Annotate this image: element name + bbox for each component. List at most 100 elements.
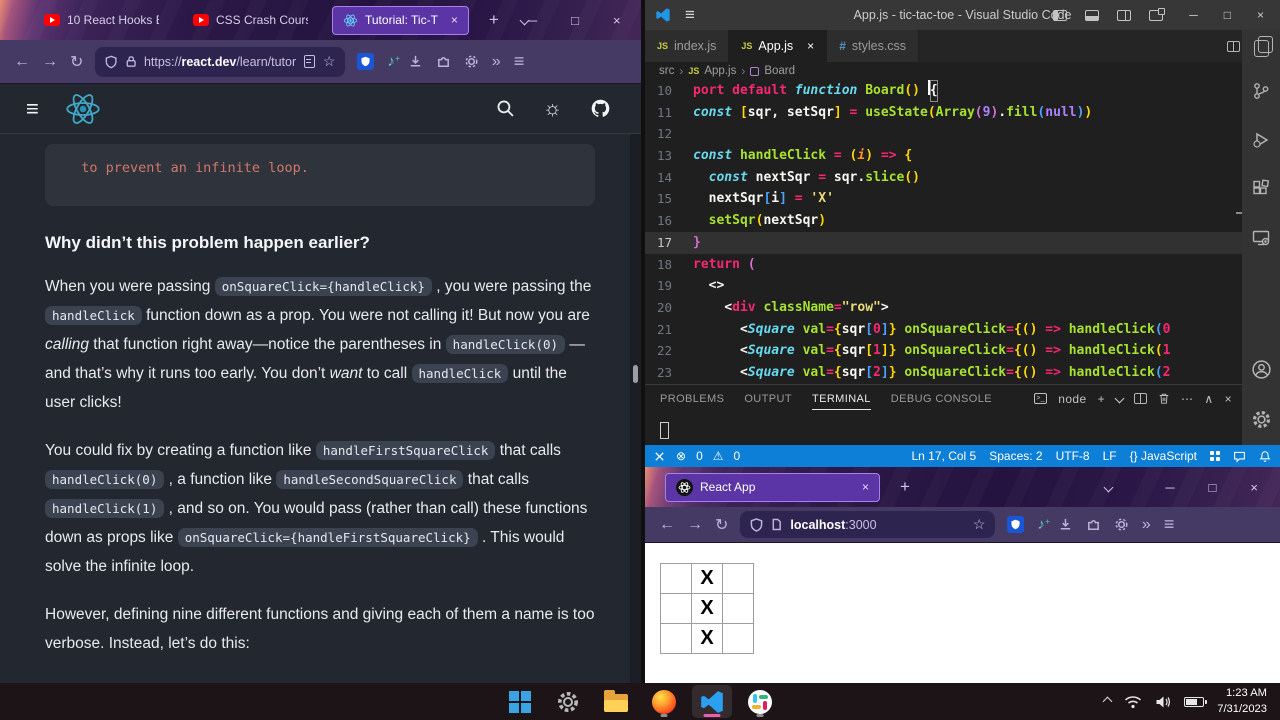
gear-icon[interactable]	[1114, 517, 1129, 532]
board-cell[interactable]	[660, 623, 692, 654]
minimize-button[interactable]: ─	[1165, 480, 1174, 495]
kill-terminal-trash-icon[interactable]	[1158, 392, 1170, 405]
firefox-taskbar-button[interactable]	[644, 685, 684, 718]
forward-button[interactable]: →	[687, 516, 703, 534]
code-line[interactable]: 19 <>	[645, 275, 1242, 297]
remote-explorer-icon[interactable]	[1251, 228, 1271, 253]
board-cell[interactable]: X	[691, 563, 723, 594]
explorer-icon[interactable]	[1253, 36, 1273, 57]
close-button[interactable]: ×	[1257, 8, 1264, 22]
code-line[interactable]: 13 const handleClick = (i) => {	[645, 145, 1242, 167]
battery-icon[interactable]	[1184, 696, 1207, 707]
cursor-position[interactable]: Ln 17, Col 5	[912, 449, 977, 463]
new-terminal-icon[interactable]: +	[1098, 392, 1105, 406]
code-line[interactable]: 11 const [sqr, setSqr] = useState(Array(9…	[645, 102, 1242, 124]
reload-button[interactable]: ↻	[70, 52, 83, 72]
split-terminal-icon[interactable]	[1133, 393, 1147, 404]
terminal-cursor[interactable]	[660, 422, 669, 439]
source-control-icon[interactable]	[1251, 81, 1271, 106]
warnings-count[interactable]: 0	[734, 449, 741, 463]
url-text[interactable]: localhost:3000	[790, 518, 876, 532]
maximize-panel-icon[interactable]: ∧	[1204, 392, 1213, 406]
board-cell[interactable]	[660, 563, 692, 594]
toggle-panel-icon[interactable]	[1085, 9, 1100, 21]
language-mode[interactable]: {} JavaScript	[1130, 449, 1197, 463]
split-editor-icon[interactable]	[1227, 40, 1240, 52]
new-tab-button[interactable]: +	[900, 477, 910, 497]
more-actions-icon[interactable]: ⋯	[1181, 392, 1193, 406]
code-line[interactable]: 14 const nextSqr = sqr. slice()	[645, 167, 1242, 189]
board-cell[interactable]	[722, 563, 754, 594]
download-icon[interactable]	[1058, 517, 1073, 532]
code-line[interactable]: 10 port default function Board() {	[645, 80, 1242, 102]
remote-indicator-icon[interactable]	[653, 450, 666, 463]
code-line[interactable]: 15 nextSqr[i] = 'X'	[645, 188, 1242, 210]
bookmark-star-icon[interactable]: ☆	[323, 53, 336, 70]
close-panel-icon[interactable]: ×	[1225, 392, 1232, 406]
breadcrumb-src[interactable]: src	[659, 65, 674, 77]
account-icon[interactable]	[1251, 359, 1272, 385]
address-bar[interactable]: localhost:3000 ☆	[740, 511, 996, 538]
code-line[interactable]: 21 < Square val ={sqr[0]} onSquareClick ={(…	[645, 319, 1242, 341]
extensions-icon[interactable]	[1251, 179, 1271, 204]
tab-problems[interactable]: PROBLEMS	[660, 393, 724, 405]
react-logo[interactable]	[65, 91, 101, 127]
overflow-chevrons-icon[interactable]: »	[492, 53, 501, 71]
forward-button[interactable]: →	[42, 53, 58, 71]
volume-icon[interactable]	[1155, 695, 1171, 709]
tab-appjs[interactable]: JS App.js ×	[729, 30, 828, 62]
maximize-button[interactable]: □	[1224, 8, 1231, 22]
download-icon[interactable]	[408, 54, 423, 69]
tab-css-crash-course[interactable]: CSS Crash Cours	[183, 6, 318, 35]
reader-view-icon[interactable]	[303, 55, 315, 68]
tab-close-icon[interactable]: ×	[451, 13, 458, 27]
shield-icon[interactable]	[750, 517, 763, 532]
page-scrollbar[interactable]	[630, 134, 641, 683]
customize-layout-icon[interactable]	[1149, 7, 1166, 21]
overflow-chevrons-icon[interactable]: »	[1142, 516, 1151, 534]
errors-icon[interactable]: ⊗	[676, 449, 686, 463]
shell-label[interactable]: node	[1058, 392, 1086, 406]
bitwarden-icon[interactable]	[1007, 516, 1025, 533]
wifi-icon[interactable]	[1124, 695, 1142, 709]
site-menu-icon[interactable]: ≡	[26, 96, 39, 122]
tab-terminal[interactable]: TERMINAL	[811, 393, 871, 410]
code-line[interactable]: 17}	[645, 231, 1242, 254]
feedback-icon[interactable]	[1233, 450, 1246, 463]
tab-close-icon[interactable]: ×	[862, 480, 869, 494]
start-button[interactable]	[500, 685, 540, 718]
file-explorer-button[interactable]	[596, 685, 636, 718]
terminal-profile-chevron-icon[interactable]	[1114, 393, 1125, 404]
code-line[interactable]: 23 < Square val ={sqr[2]} onSquareClick ={(…	[645, 362, 1242, 384]
app-menu-icon[interactable]: ≡	[1164, 514, 1175, 535]
app-menu-icon[interactable]: ≡	[514, 51, 525, 72]
tab-close-icon[interactable]: ×	[807, 39, 814, 53]
tab-react-app[interactable]: React App ×	[665, 472, 880, 502]
code-line[interactable]: 16 setSqr(nextSqr)	[645, 210, 1242, 232]
code-editor[interactable]: 10 port default function Board() {11 const…	[645, 80, 1242, 384]
encoding[interactable]: UTF-8	[1056, 449, 1090, 463]
toggle-sidebar-icon[interactable]	[1053, 9, 1068, 21]
tab-indexjs[interactable]: JS index.js	[645, 30, 730, 62]
back-button[interactable]: ←	[659, 516, 675, 534]
code-line[interactable]: 20 < div className = "row" >	[645, 297, 1242, 319]
close-button[interactable]: ×	[1250, 480, 1258, 495]
tab-react-hooks-video[interactable]: 10 React Hooks E	[34, 6, 169, 35]
toggle-secondary-sidebar-icon[interactable]	[1117, 9, 1132, 21]
bitwarden-icon[interactable]	[357, 53, 375, 70]
code-line[interactable]: 22 < Square val ={sqr[1]} onSquareClick ={(…	[645, 340, 1242, 362]
notifications-bell-icon[interactable]	[1259, 450, 1271, 463]
maximize-button[interactable]: □	[571, 13, 579, 28]
warnings-icon[interactable]: ⚠	[713, 449, 724, 463]
scrollbar-thumb[interactable]	[633, 365, 638, 383]
list-tabs-chevron-icon[interactable]	[1103, 478, 1114, 496]
taskbar-clock[interactable]: 1:23 AM 7/31/2023	[1217, 686, 1267, 716]
settings-button[interactable]	[548, 685, 588, 718]
search-icon[interactable]	[496, 99, 515, 118]
tab-debug-console[interactable]: DEBUG CONSOLE	[891, 393, 992, 405]
tab-stylescss[interactable]: # styles.css	[827, 30, 920, 62]
errors-count[interactable]: 0	[696, 449, 703, 463]
board-cell[interactable]	[660, 593, 692, 624]
new-tab-button[interactable]: +	[489, 10, 499, 30]
minimize-button[interactable]: ─	[1189, 8, 1198, 22]
